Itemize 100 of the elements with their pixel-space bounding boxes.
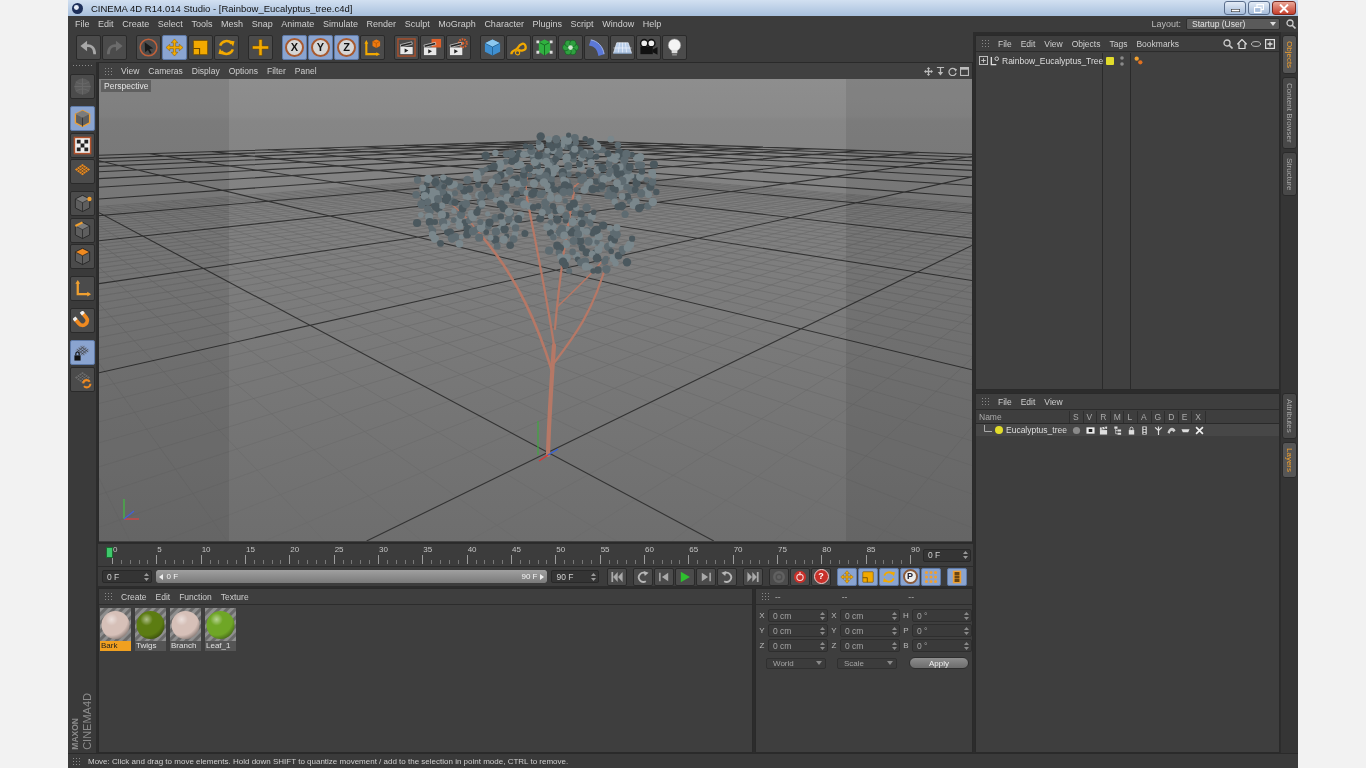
previous-frame-button[interactable] [654,567,674,586]
layer-color-dot[interactable] [995,426,1003,434]
circular-arrow-icon[interactable] [948,66,957,76]
diagonal-dots-icon[interactable] [1134,56,1143,65]
edges-mode-button[interactable] [69,217,95,243]
move-button[interactable] [162,34,187,60]
planar-workplane-button[interactable] [69,366,95,392]
go-to-end-button[interactable] [743,567,763,586]
bent-shape-icon[interactable] [1167,425,1177,435]
previous-key-button[interactable] [633,567,653,586]
current-frame-field[interactable]: 0 F [923,548,971,562]
cloner-button[interactable] [558,34,583,60]
polygons-mode-button[interactable] [69,244,95,269]
home-icon[interactable] [1237,38,1247,49]
material-name[interactable]: Branch [170,641,201,651]
axis-mode-button[interactable] [69,276,95,301]
add-tool-button[interactable] [248,34,273,60]
menu-item[interactable]: Tools [191,19,213,29]
x-axis-button[interactable]: X [282,34,307,60]
model-mode-button[interactable] [69,106,95,131]
render-picture-button[interactable] [420,34,445,60]
render-view-button[interactable] [394,34,419,60]
restore-button[interactable] [1248,1,1270,15]
record-button[interactable] [790,567,810,586]
rotation-key-button[interactable] [879,567,899,586]
y-axis-button[interactable]: Y [308,34,333,60]
left-arrow-icon[interactable] [159,573,164,580]
material-name[interactable]: Bark [100,641,131,651]
menu-item[interactable]: File [998,396,1012,407]
workplane-mode-button[interactable] [69,159,95,184]
layer-row[interactable]: Eucalyptus_tree [976,424,1279,436]
layer-name[interactable]: Eucalyptus_tree [1006,425,1067,435]
menu-item[interactable]: File [75,19,90,29]
position-key-button[interactable] [837,567,857,586]
parameter-key-button[interactable]: P [900,567,920,586]
plus-box-icon[interactable] [1265,38,1275,49]
menu-item[interactable]: File [998,38,1012,49]
menu-item[interactable]: Plugins [532,19,562,29]
menu-item[interactable]: Select [157,19,183,29]
material-name[interactable]: Twigs [135,641,166,651]
point-level-button[interactable] [921,567,941,586]
subdivision-button[interactable] [532,34,557,60]
menu-item[interactable]: Options [228,66,258,76]
end-frame-field[interactable]: 90 F [551,570,599,583]
menu-item[interactable]: Display [191,66,220,76]
z-axis-button[interactable]: Z [334,34,359,60]
menu-item[interactable]: MoGraph [438,19,476,29]
side-tab[interactable]: Layers [1282,441,1297,478]
menu-item[interactable]: Edit [155,591,171,602]
key-selection-button[interactable]: ? [811,567,831,586]
oval-icon[interactable] [1251,40,1261,47]
vertical-arrow-icon[interactable] [936,66,945,76]
side-tab[interactable]: Objects [1282,35,1297,75]
menu-item[interactable]: Create [122,19,150,29]
column-header[interactable]: M [1110,411,1125,423]
column-header[interactable]: E [1178,411,1193,423]
side-tab[interactable]: Structure [1282,151,1297,197]
menu-item[interactable]: Create [121,591,147,602]
menu-item[interactable]: Edit [1020,38,1036,49]
snap-button[interactable] [69,308,95,333]
rotate-button[interactable] [214,34,239,60]
column-header[interactable]: R [1097,411,1111,423]
column-header[interactable]: S [1070,411,1084,423]
scale-key-button[interactable] [858,567,878,586]
search-icon[interactable] [1223,38,1233,49]
camera-button[interactable] [636,34,661,60]
render-settings-button[interactable] [446,34,471,60]
menu-item[interactable]: Character [484,19,524,29]
live-selection-button[interactable] [136,34,161,60]
playhead-handle[interactable] [106,547,113,558]
column-header[interactable]: L [1124,411,1138,423]
menu-item[interactable]: Texture [220,591,249,602]
hierarchy-icon[interactable] [1113,425,1123,435]
floor-button[interactable] [610,34,635,60]
material-ball-icon[interactable] [100,608,131,641]
start-frame-field[interactable]: 0 F [102,570,153,583]
side-tab[interactable]: Content Browser [1282,77,1297,149]
menu-item[interactable]: Render [366,19,397,29]
menu-item[interactable]: View [1044,396,1063,407]
menu-item[interactable]: Simulate [322,19,358,29]
timeline-ruler[interactable]: 0 5 10 15 20 25 30 35 40 45 50 55 60 65 70 75 80 85 90 [106,544,921,566]
vertical-dots-icon[interactable] [1120,55,1124,66]
menu-item[interactable]: Bookmarks [1136,38,1179,49]
menu-item[interactable]: View [121,66,140,76]
texture-mode-button[interactable] [69,132,95,158]
menu-item[interactable]: Cameras [148,66,183,76]
clapperboard-icon[interactable] [1099,425,1109,435]
menu-item[interactable]: Tags [1109,38,1128,49]
spline-button[interactable] [506,34,531,60]
close-button[interactable] [1272,1,1296,15]
menu-item[interactable]: Snap [251,19,273,29]
minimize-button[interactable] [1224,1,1246,15]
search-icon[interactable] [1286,19,1296,29]
points-mode-button[interactable] [69,191,95,216]
column-header[interactable]: A [1137,411,1152,423]
column-header[interactable]: G [1151,411,1166,423]
fork-icon[interactable] [1153,425,1163,435]
column-header[interactable]: Name [976,411,1070,423]
next-frame-button[interactable] [696,567,716,586]
material-ball-icon[interactable] [135,608,166,641]
